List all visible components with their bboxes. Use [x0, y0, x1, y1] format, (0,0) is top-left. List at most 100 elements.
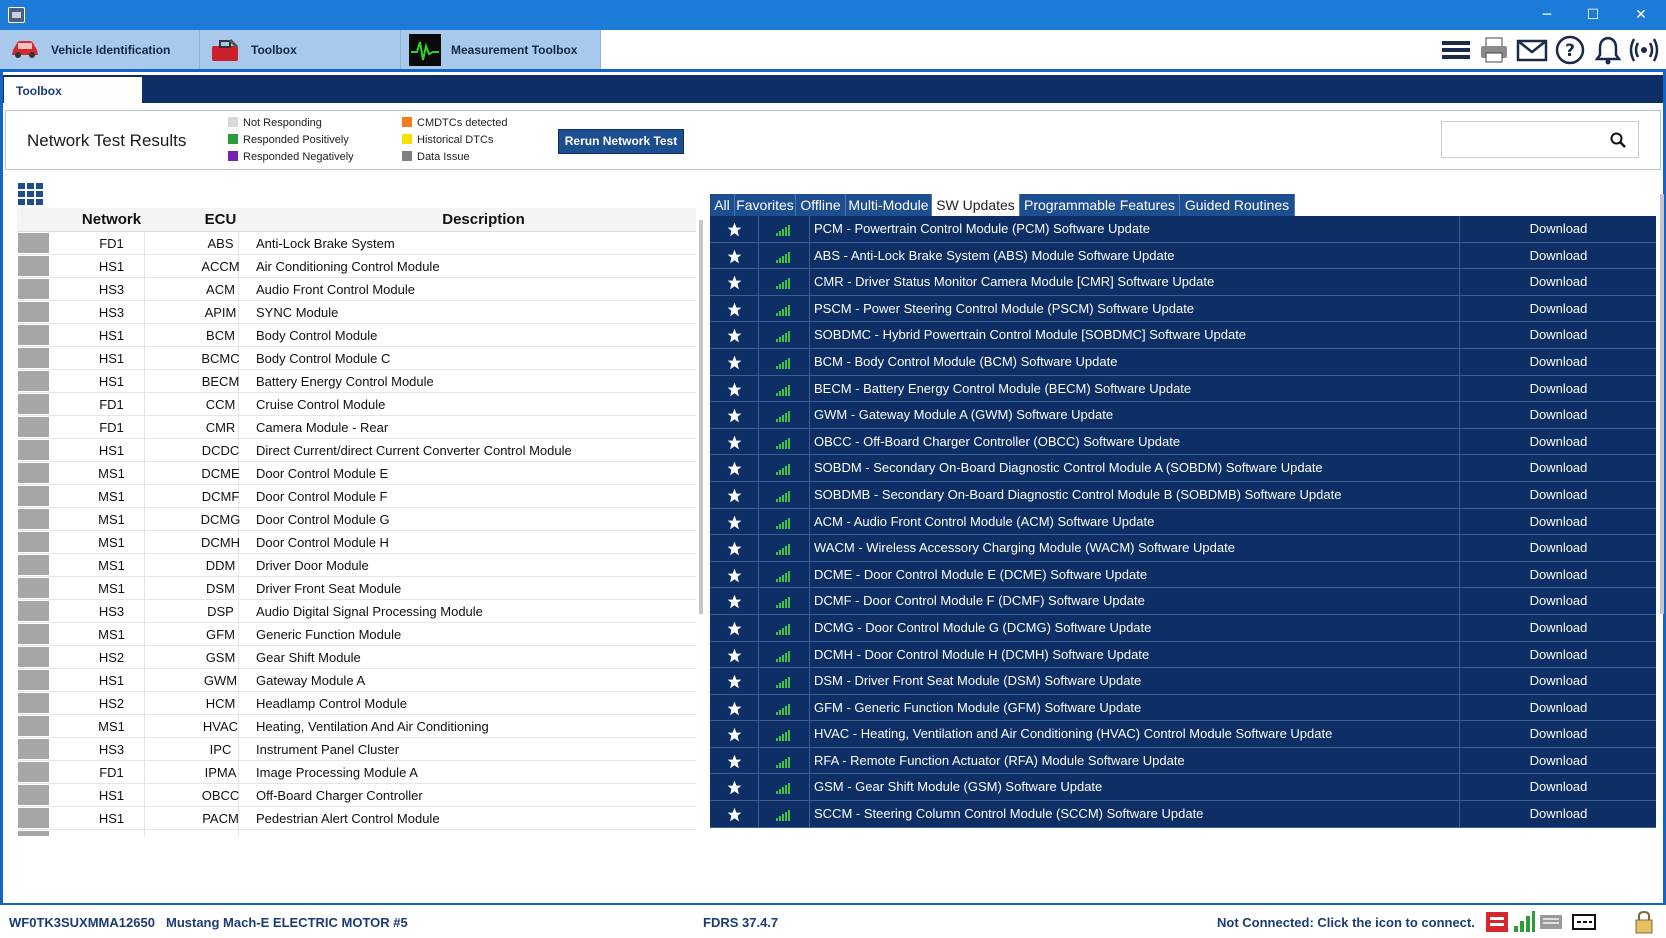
star-icon[interactable] [727, 648, 742, 663]
tab-sw-updates[interactable]: SW Updates [932, 194, 1020, 216]
favorite-cell[interactable] [710, 721, 759, 747]
update-row[interactable]: ABS - Anti-Lock Brake System (ABS) Modul… [710, 242, 1657, 270]
table-row[interactable]: FD1 CCM Cruise Control Module [17, 393, 696, 416]
scrollbar-thumb[interactable] [1660, 194, 1664, 614]
update-row[interactable]: BECM - Battery Energy Control Module (BE… [710, 375, 1656, 403]
update-row[interactable]: CMR - Driver Status Monitor Camera Modul… [710, 269, 1656, 296]
signal-strength-icon[interactable] [1512, 910, 1536, 934]
download-button[interactable]: Download [1460, 514, 1657, 529]
star-icon[interactable] [727, 674, 742, 689]
download-cell[interactable]: Download [1459, 721, 1656, 747]
download-button[interactable]: Download [1460, 620, 1657, 635]
tab-toolbox[interactable]: Toolbox [200, 30, 401, 69]
favorite-cell[interactable] [710, 322, 759, 348]
table-row[interactable]: HS3 APIM SYNC Module [17, 301, 696, 324]
keyboard-icon[interactable] [1539, 910, 1563, 934]
tab-toolbox-sub[interactable]: Toolbox [4, 77, 142, 103]
download-button[interactable]: Download [1460, 779, 1657, 794]
download-cell[interactable]: Download [1459, 774, 1657, 801]
update-row[interactable]: BCM - Body Control Module (BCM) Software… [710, 348, 1657, 376]
download-cell[interactable]: Download [1459, 588, 1656, 614]
favorite-cell[interactable] [710, 242, 759, 269]
table-row[interactable]: HS3 DSP Audio Digital Signal Processing Mo… [17, 600, 696, 623]
update-row[interactable]: DCMG - Door Control Module G (DCMG) Soft… [710, 614, 1657, 642]
menu-icon[interactable] [1440, 35, 1472, 65]
download-cell[interactable]: Download [1459, 801, 1656, 827]
star-icon[interactable] [727, 780, 742, 795]
minimize-button[interactable]: ─ [1524, 0, 1570, 30]
favorite-cell[interactable] [710, 481, 759, 508]
download-cell[interactable]: Download [1459, 322, 1656, 348]
download-cell[interactable]: Download [1459, 295, 1657, 322]
download-cell[interactable]: Download [1459, 508, 1657, 535]
table-row[interactable]: HS1 DCDC Direct Current/direct Current Con… [17, 439, 696, 462]
favorite-cell[interactable] [710, 295, 759, 322]
table-row[interactable]: MS1 DSM Driver Front Seat Module [17, 577, 696, 600]
table-row[interactable]: MS1 DCMH Door Control Module H [17, 531, 696, 554]
update-row[interactable]: ACM - Audio Front Control Module (ACM) S… [710, 508, 1657, 536]
star-icon[interactable] [727, 435, 742, 450]
wireless-icon[interactable] [1628, 35, 1660, 65]
table-row[interactable]: FD1PCMPowertrain Control Module [17, 830, 696, 836]
star-icon[interactable] [727, 621, 742, 636]
table-row[interactable]: MS1 DCMG Door Control Module G [17, 508, 696, 531]
download-cell[interactable]: Download [1459, 402, 1656, 428]
favorite-cell[interactable] [710, 614, 759, 641]
update-row[interactable]: DCMF - Door Control Module F (DCMF) Soft… [710, 588, 1656, 615]
star-icon[interactable] [727, 355, 742, 370]
download-button[interactable]: Download [1460, 301, 1657, 316]
grid-view-icon[interactable] [18, 183, 44, 205]
star-icon[interactable] [727, 515, 742, 530]
download-cell[interactable]: Download [1459, 216, 1656, 242]
tab-guided-routines[interactable]: Guided Routines [1180, 194, 1295, 216]
star-icon[interactable] [727, 328, 742, 343]
update-row[interactable]: GWM - Gateway Module A (GWM) Software Up… [710, 402, 1656, 429]
download-cell[interactable]: Download [1459, 694, 1656, 721]
download-cell[interactable]: Download [1459, 561, 1657, 588]
table-row[interactable]: HS1 BECM Battery Energy Control Module [17, 370, 696, 393]
star-icon[interactable] [727, 727, 742, 742]
search-input[interactable] [1441, 121, 1639, 158]
right-scrollbar[interactable] [1659, 194, 1665, 834]
battery-indicator-icon[interactable] [1572, 910, 1596, 934]
download-button[interactable]: Download [1460, 354, 1657, 369]
download-cell[interactable]: Download [1459, 614, 1657, 641]
tab-all[interactable]: All [710, 194, 735, 216]
table-row[interactable]: MS1 DCMF Door Control Module F [17, 485, 696, 508]
download-cell[interactable]: Download [1459, 481, 1657, 508]
update-row[interactable]: WACM - Wireless Accessory Charging Modul… [710, 535, 1656, 562]
table-row[interactable]: HS1 OBCC Off-Board Charger Controller [17, 784, 696, 807]
favorite-cell[interactable] [710, 269, 759, 295]
download-button[interactable]: Download [1460, 407, 1657, 422]
download-button[interactable]: Download [1460, 327, 1657, 342]
mail-icon[interactable] [1516, 35, 1548, 65]
download-cell[interactable]: Download [1459, 269, 1656, 295]
table-row[interactable]: HS1 BCMC Body Control Module C [17, 347, 696, 370]
tab-favorites[interactable]: Favorites [735, 194, 796, 216]
star-icon[interactable] [727, 222, 742, 237]
favorite-cell[interactable] [710, 747, 759, 774]
update-row[interactable]: SOBDM - Secondary On-Board Diagnostic Co… [710, 455, 1656, 482]
download-button[interactable]: Download [1460, 567, 1657, 582]
download-cell[interactable]: Download [1459, 375, 1656, 402]
download-button[interactable]: Download [1460, 248, 1657, 263]
vci-connect-icon[interactable] [1485, 910, 1509, 934]
table-row[interactable]: FD1 ABS Anti-Lock Brake System [17, 232, 696, 255]
star-icon[interactable] [727, 461, 742, 476]
update-row[interactable]: RFA - Remote Function Actuator (RFA) Mod… [710, 747, 1656, 775]
download-cell[interactable]: Download [1459, 668, 1656, 694]
download-button[interactable]: Download [1460, 806, 1657, 821]
favorite-cell[interactable] [710, 668, 759, 694]
star-icon[interactable] [727, 568, 742, 583]
favorite-cell[interactable] [710, 508, 759, 535]
header-network[interactable]: Network [53, 211, 170, 228]
star-icon[interactable] [727, 807, 742, 822]
download-button[interactable]: Download [1460, 221, 1657, 236]
star-icon[interactable] [727, 701, 742, 716]
download-button[interactable]: Download [1460, 593, 1657, 608]
favorite-cell[interactable] [710, 455, 759, 481]
table-row[interactable]: MS1 DDM Driver Door Module [17, 554, 696, 577]
star-icon[interactable] [727, 594, 742, 609]
download-button[interactable]: Download [1460, 487, 1657, 502]
search-icon[interactable] [1610, 132, 1626, 148]
